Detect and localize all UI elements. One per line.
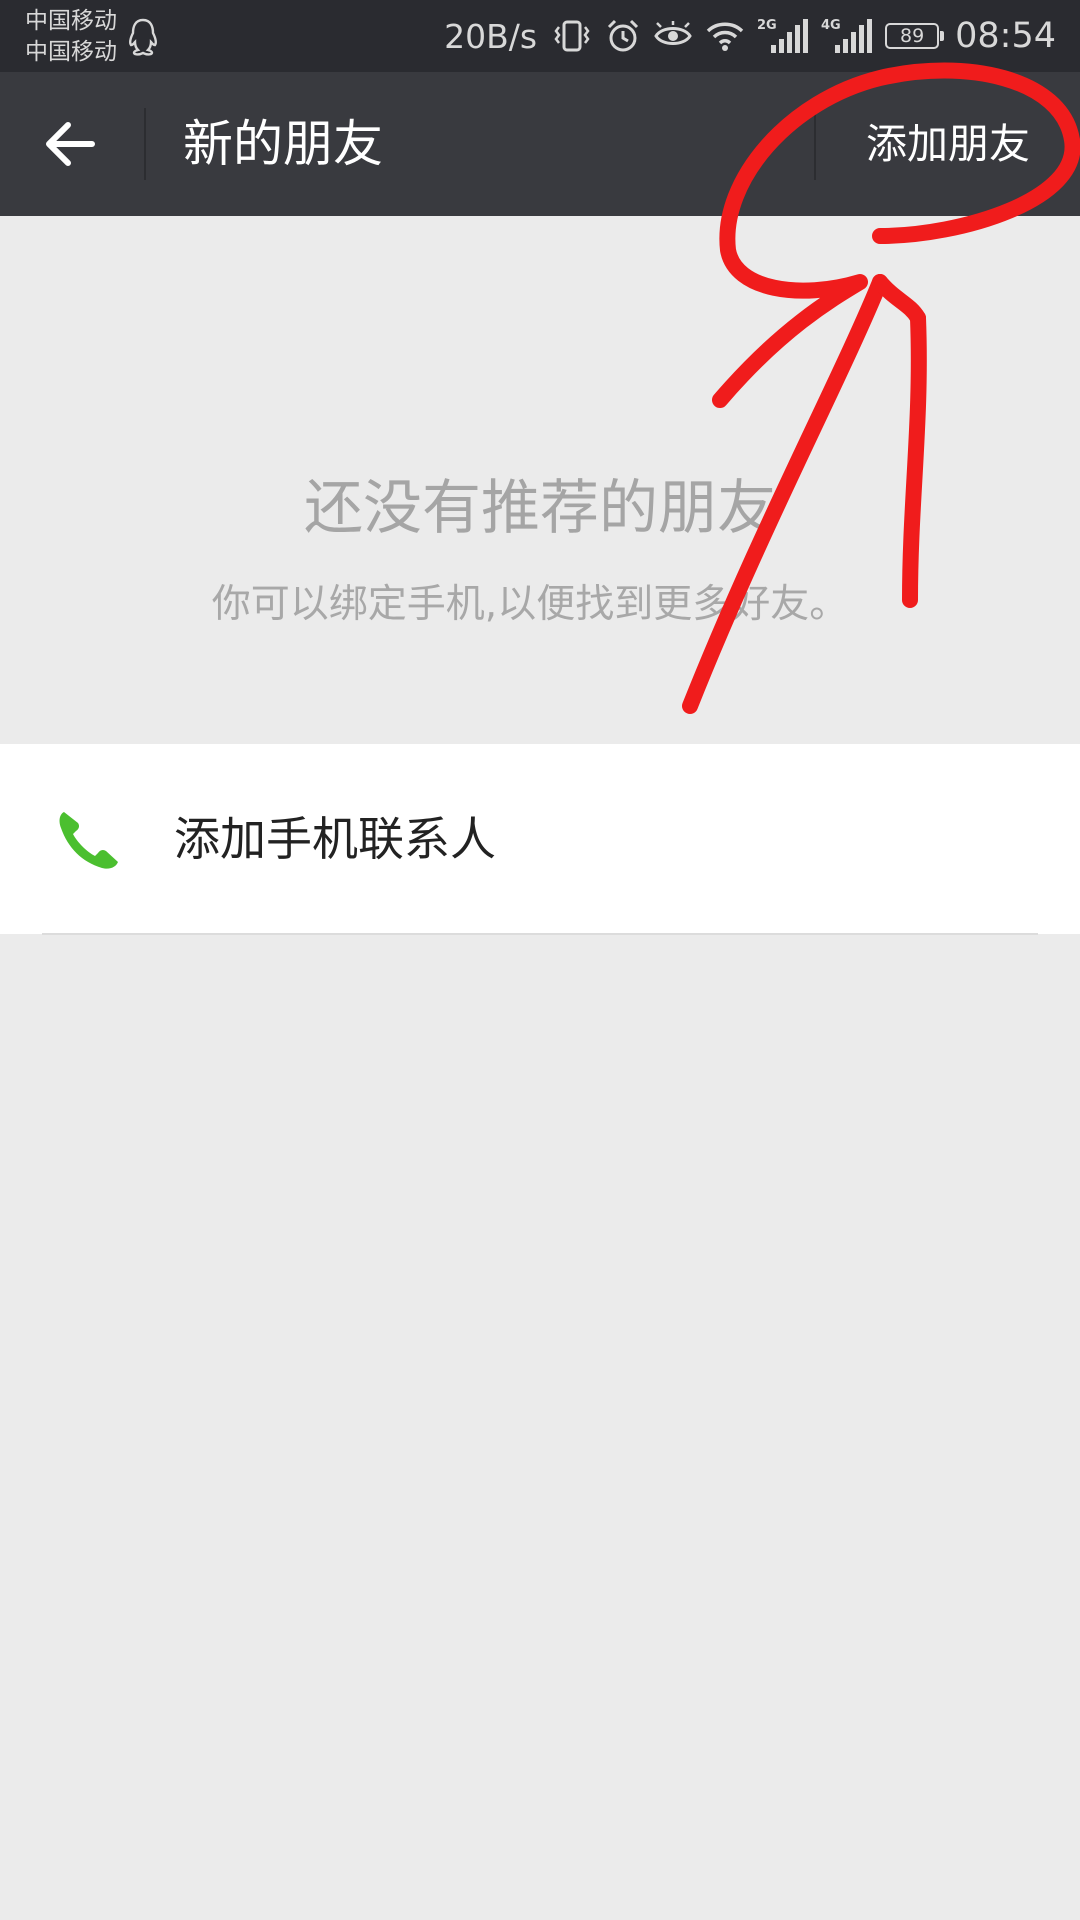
list-divider <box>42 933 1038 935</box>
add-phone-contacts-label: 添加手机联系人 <box>174 812 496 866</box>
action-bar-divider <box>144 108 146 180</box>
signal-2-label: 4G <box>821 18 841 33</box>
empty-state-subtitle: 你可以绑定手机,以便找到更多好友。 <box>211 582 849 627</box>
vibrate-icon <box>554 20 590 52</box>
add-friend-button[interactable]: 添加朋友 <box>816 72 1080 216</box>
red-annotation-circle-arrow <box>682 62 1080 714</box>
screen: 中国移动 中国移动 20B/s 2G 4G 89 08:54 新的朋友 添加朋友… <box>0 0 1080 1920</box>
signal-1-label: 2G <box>757 18 777 33</box>
carrier-2-label: 中国移动 <box>25 39 117 65</box>
back-button[interactable] <box>30 108 114 180</box>
wifi-icon <box>706 22 744 51</box>
battery-level: 89 <box>900 25 925 47</box>
phone-icon <box>59 812 118 869</box>
action-bar: 新的朋友 添加朋友 <box>0 72 1080 216</box>
back-arrow-icon <box>46 122 95 166</box>
empty-state-title: 还没有推荐的朋友 <box>303 473 776 542</box>
signal-4g-icon: 4G <box>821 18 873 53</box>
status-indicators: 20B/s 2G 4G 89 08:54 <box>444 0 1056 72</box>
battery-icon: 89 <box>885 23 945 49</box>
status-bar: 中国移动 中国移动 20B/s 2G 4G 89 08:54 <box>0 0 1080 72</box>
carrier-1-label: 中国移动 <box>25 8 117 34</box>
eye-icon <box>654 21 692 45</box>
carrier-labels: 中国移动 中国移动 <box>25 6 117 68</box>
signal-2g-icon: 2G <box>757 18 809 53</box>
network-speed: 20B/s <box>444 16 538 56</box>
alarm-icon <box>608 19 639 52</box>
qq-icon <box>128 18 158 56</box>
page-title: 新的朋友 <box>183 115 383 173</box>
clock: 08:54 <box>955 16 1056 56</box>
add-phone-contacts-item[interactable]: 添加手机联系人 <box>0 744 1080 934</box>
